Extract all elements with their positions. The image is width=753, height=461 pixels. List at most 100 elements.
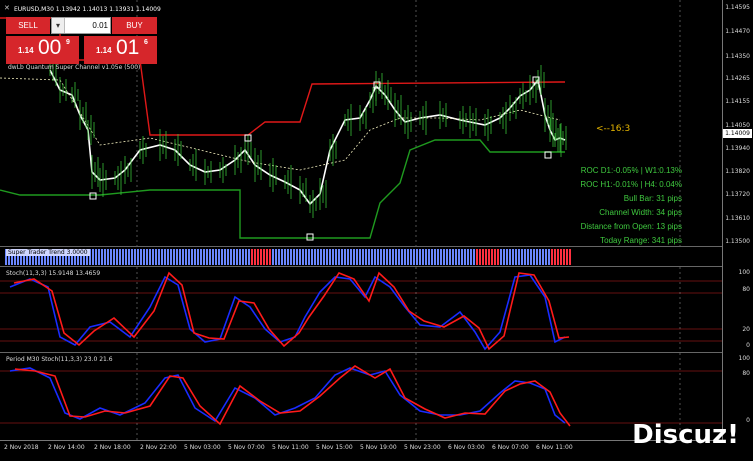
- trend-bar: [353, 249, 355, 265]
- buy-quote[interactable]: 1.14 01 6: [84, 36, 157, 64]
- trend-bar: [563, 249, 565, 265]
- trend-bar: [350, 249, 352, 265]
- trend-bar: [302, 249, 304, 265]
- trend-bar: [320, 249, 322, 265]
- trend-bar: [158, 249, 160, 265]
- trend-bar: [524, 249, 526, 265]
- pivot-marker: [544, 151, 552, 159]
- trend-bar: [437, 249, 439, 265]
- trend-label: Super Trader Trend 3.0000: [6, 249, 90, 256]
- trend-bar: [389, 249, 391, 265]
- buy-quote-prefix: 1.14: [96, 46, 112, 55]
- trend-bar: [206, 249, 208, 265]
- trend-bar: [335, 249, 337, 265]
- trend-bar: [287, 249, 289, 265]
- lot-size-value[interactable]: 0.01: [92, 18, 108, 33]
- buy-button[interactable]: BUY: [112, 17, 157, 34]
- trend-bar: [254, 249, 256, 265]
- trend-bar: [209, 249, 211, 265]
- trend-bar: [326, 249, 328, 265]
- price-tick: 1.13720: [725, 191, 750, 198]
- trend-bar: [173, 249, 175, 265]
- trend-bar: [380, 249, 382, 265]
- trend-bar: [305, 249, 307, 265]
- trend-bar: [203, 249, 205, 265]
- main-chart-pane[interactable]: EURUSD,M30 1.13942 1.14013 1.13931 1.140…: [0, 0, 722, 246]
- stoch2-pane[interactable]: Period M30 Stoch(11,3,3) 23.0 21.6: [0, 352, 722, 441]
- stoch2-tick: 0: [746, 417, 750, 424]
- trend-bar: [476, 249, 478, 265]
- sell-button[interactable]: SELL: [6, 17, 50, 34]
- price-tick: 1.13500: [725, 238, 750, 245]
- trend-bar: [182, 249, 184, 265]
- time-label: 2 Nov 22:00: [140, 444, 177, 451]
- trend-pane[interactable]: Super Trader Trend 3.0000: [0, 246, 722, 266]
- sell-quote-pips: 00: [38, 36, 62, 59]
- price-tick: 1.14265: [725, 75, 750, 82]
- time-label: 2 Nov 2018: [4, 444, 39, 451]
- trend-bar: [392, 249, 394, 265]
- trend-bar: [245, 249, 247, 265]
- trend-bar: [386, 249, 388, 265]
- trend-bar: [317, 249, 319, 265]
- trend-bar: [179, 249, 181, 265]
- trend-bar: [236, 249, 238, 265]
- trend-bar: [512, 249, 514, 265]
- trend-bar: [230, 249, 232, 265]
- trend-bar: [260, 249, 262, 265]
- trend-bar: [365, 249, 367, 265]
- trend-bar: [539, 249, 541, 265]
- trend-bar: [452, 249, 454, 265]
- price-axis[interactable]: 1.14595 1.14470 1.14350 1.14265 1.14155 …: [722, 0, 753, 246]
- time-label: 2 Nov 18:00: [94, 444, 131, 451]
- buy-quote-pips: 01: [116, 36, 140, 59]
- trend-bar: [218, 249, 220, 265]
- sell-quote[interactable]: 1.14 00 9: [6, 36, 79, 64]
- trend-bar: [263, 249, 265, 265]
- indicator-title: dwLb Quantum Super Channel v1.05e (500): [8, 64, 141, 71]
- trend-bar: [113, 249, 115, 265]
- trend-bar: [212, 249, 214, 265]
- trend-bar: [332, 249, 334, 265]
- sell-quote-point: 9: [66, 39, 70, 46]
- stoch-signal-line: [14, 365, 571, 427]
- lot-decrease-icon[interactable]: ▾: [52, 18, 65, 33]
- lot-size-field[interactable]: ▾ 0.01: [51, 17, 111, 34]
- time-axis[interactable]: 2 Nov 2018 2 Nov 14:00 2 Nov 18:00 2 Nov…: [0, 440, 722, 461]
- trend-bar: [554, 249, 556, 265]
- time-label: 5 Nov 23:00: [404, 444, 441, 451]
- stoch1-pane[interactable]: Stoch(11,3,3) 15.9148 13.4659: [0, 266, 722, 353]
- trend-bar: [242, 249, 244, 265]
- trend-bar: [188, 249, 190, 265]
- info-today-range: Today Range: 341 pips: [600, 236, 682, 245]
- trend-bar: [131, 249, 133, 265]
- sell-quote-prefix: 1.14: [18, 46, 34, 55]
- trend-bar: [275, 249, 277, 265]
- trend-bar: [545, 249, 547, 265]
- stoch1-label: Stoch(11,3,3) 15.9148 13.4659: [6, 270, 101, 277]
- close-icon[interactable]: ✕: [4, 4, 10, 12]
- current-price-marker: 1.14009: [723, 129, 752, 138]
- trend-bar: [530, 249, 532, 265]
- time-label: 5 Nov 07:00: [228, 444, 265, 451]
- trend-bar: [248, 249, 250, 265]
- trend-bar: [446, 249, 448, 265]
- stoch1-tick: 100: [738, 269, 750, 276]
- trend-bar: [146, 249, 148, 265]
- trend-bar: [500, 249, 502, 265]
- trend-bar: [278, 249, 280, 265]
- trend-bar: [497, 249, 499, 265]
- trend-bar: [395, 249, 397, 265]
- trend-bar: [362, 249, 364, 265]
- trend-bar: [422, 249, 424, 265]
- price-tick: 1.13940: [725, 145, 750, 152]
- trend-bar: [143, 249, 145, 265]
- trend-bar: [443, 249, 445, 265]
- trend-bar: [125, 249, 127, 265]
- trend-bar: [239, 249, 241, 265]
- trend-bar: [215, 249, 217, 265]
- trend-bar: [473, 249, 475, 265]
- trend-bar: [410, 249, 412, 265]
- trend-bar: [119, 249, 121, 265]
- stoch2-tick: 80: [742, 370, 750, 377]
